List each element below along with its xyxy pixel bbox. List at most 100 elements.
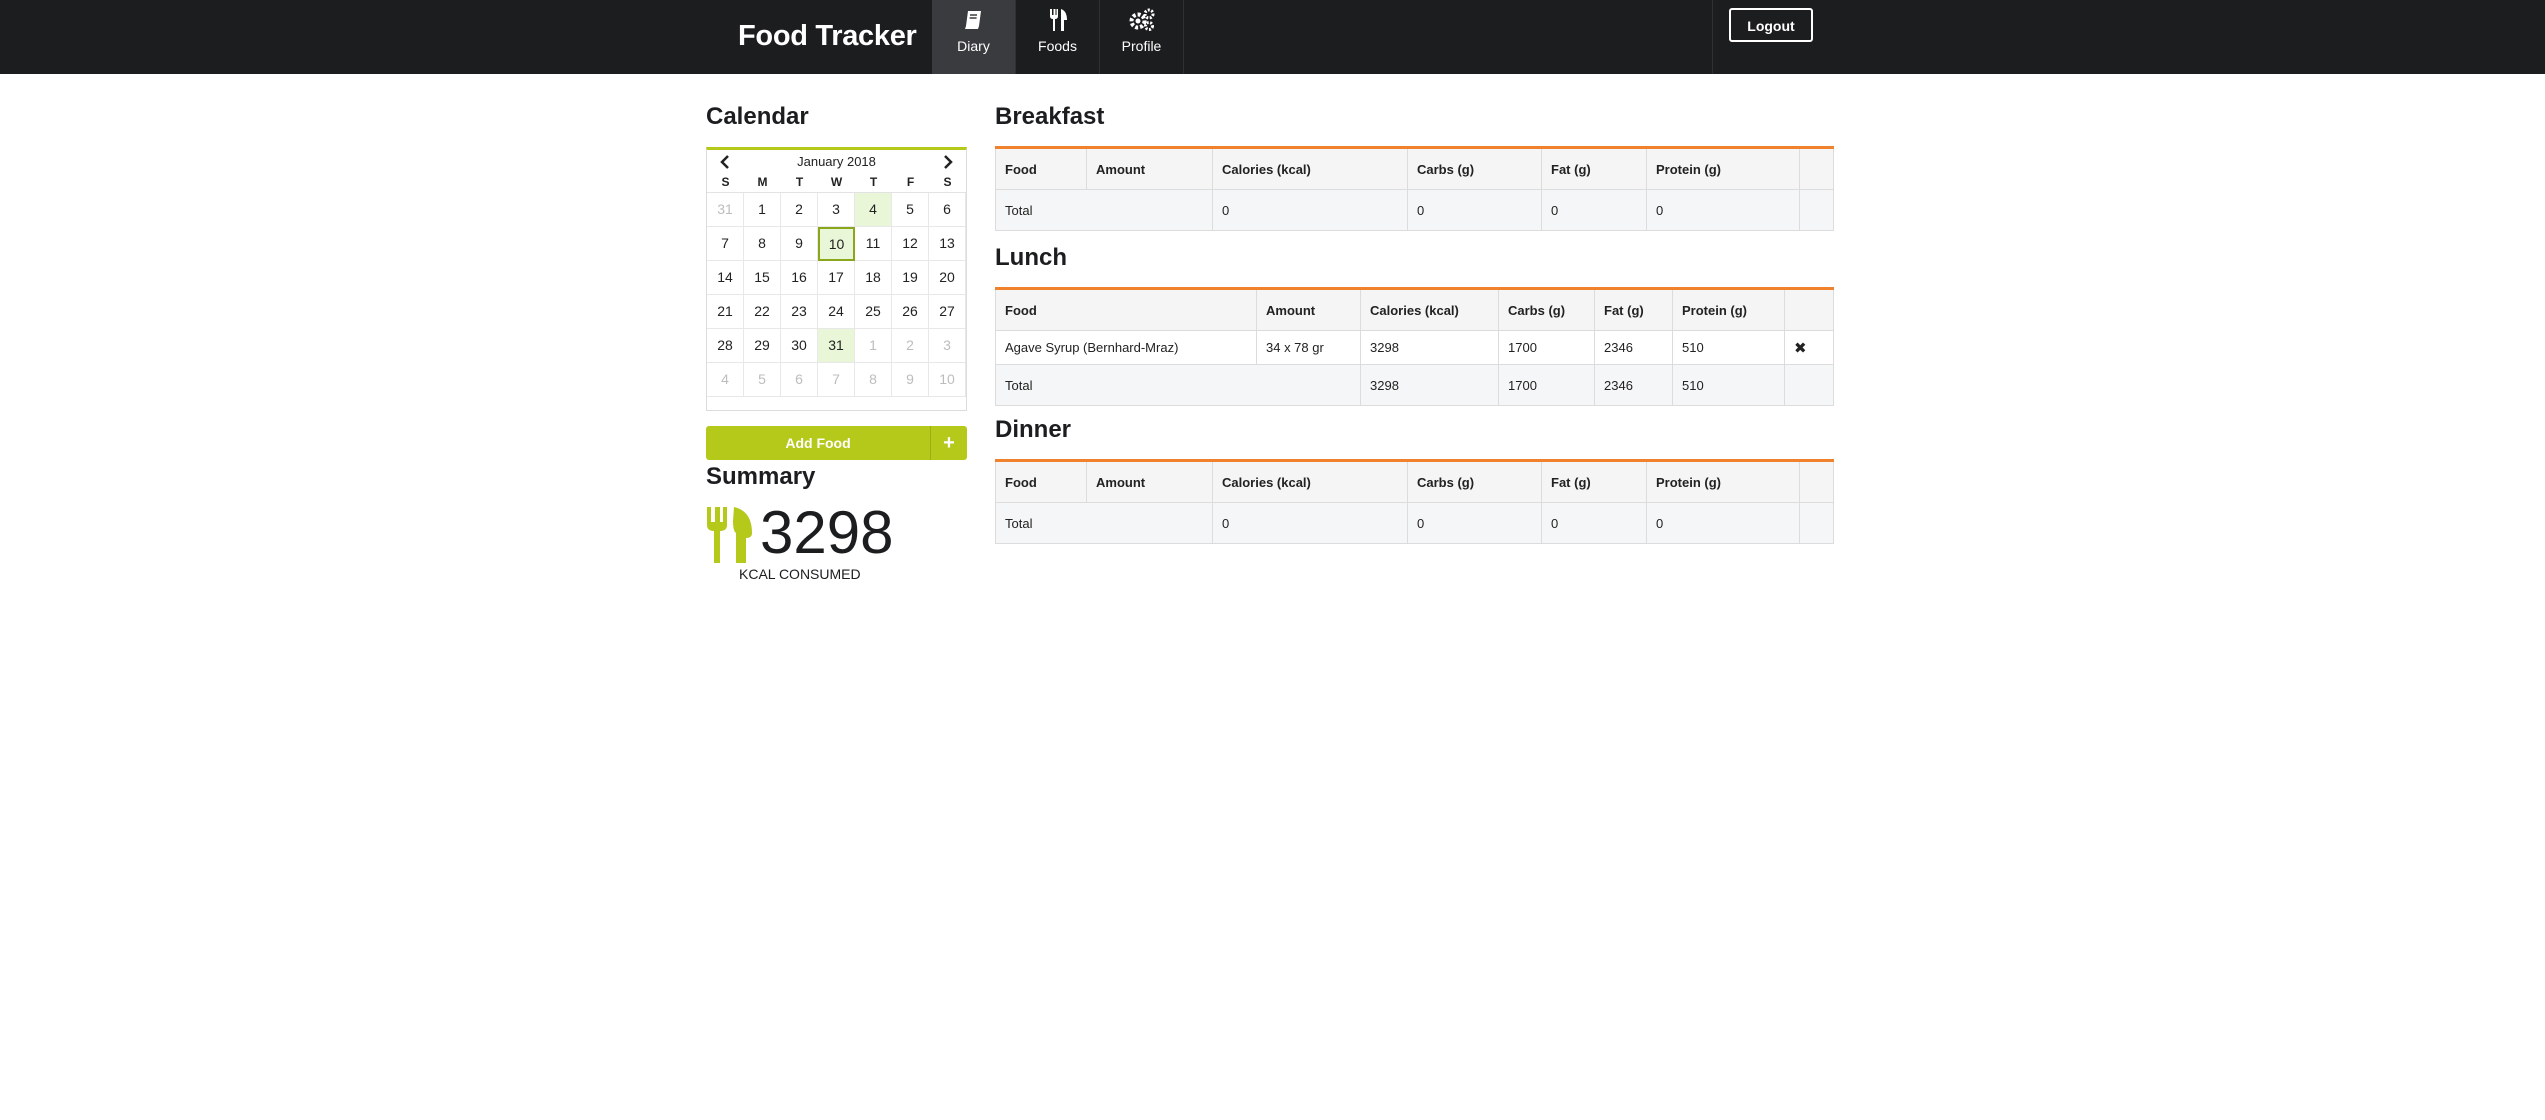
total-carbs: 0 (1407, 189, 1542, 231)
cutlery-icon (1016, 8, 1099, 32)
calendar-day[interactable]: 9 (892, 363, 929, 397)
calendar-day[interactable]: 7 (707, 227, 744, 261)
calendar-day[interactable]: 2 (781, 193, 818, 227)
calendar-day[interactable]: 4 (855, 193, 892, 227)
navbar-divider (1712, 0, 1713, 74)
total-calories: 0 (1212, 502, 1408, 544)
calendar-day[interactable]: 6 (929, 193, 966, 227)
dinner-table: Food Amount Calories (kcal) Carbs (g) Fa… (995, 459, 1834, 544)
summary-heading: Summary (706, 463, 816, 490)
calendar-day[interactable]: 8 (744, 227, 781, 261)
breakfast-table: Food Amount Calories (kcal) Carbs (g) Fa… (995, 146, 1834, 231)
column-header: Carbs (g) (1407, 460, 1542, 503)
calendar-weekday: M (757, 175, 768, 189)
column-header: Calories (kcal) (1212, 460, 1408, 503)
app-title[interactable]: Food Tracker (738, 0, 917, 74)
calendar-day[interactable]: 12 (892, 227, 929, 261)
calendar-day[interactable]: 20 (929, 261, 966, 295)
food-carbs: 1700 (1498, 330, 1595, 365)
calendar-day[interactable]: 23 (781, 295, 818, 329)
column-header: Amount (1256, 288, 1361, 331)
calendar-weekdays: SMTWTFS (707, 172, 966, 192)
calendar-day[interactable]: 30 (781, 329, 818, 363)
calendar-day[interactable]: 9 (781, 227, 818, 261)
nav-item-diary[interactable]: Diary (932, 0, 1016, 74)
column-header: Food (995, 460, 1087, 503)
total-protein: 510 (1672, 364, 1785, 406)
calendar-day[interactable]: 7 (818, 363, 855, 397)
food-name: Agave Syrup (Bernhard-Mraz) (995, 330, 1257, 365)
column-header: Calories (kcal) (1212, 147, 1408, 190)
calendar-day[interactable]: 26 (892, 295, 929, 329)
total-calories: 3298 (1360, 364, 1499, 406)
calendar-day[interactable]: 1 (855, 329, 892, 363)
calendar-weekday: T (795, 175, 804, 189)
plus-icon[interactable]: + (930, 426, 967, 460)
total-protein: 0 (1646, 502, 1800, 544)
column-header: Protein (g) (1646, 460, 1800, 503)
food-fat: 2346 (1594, 330, 1673, 365)
lunch-heading: Lunch (995, 244, 1067, 271)
column-header (1799, 460, 1834, 503)
calendar-day[interactable]: 31 (707, 193, 744, 227)
food-protein: 510 (1672, 330, 1785, 365)
calendar-weekday: T (869, 175, 878, 189)
calendar-day[interactable]: 3 (929, 329, 966, 363)
calendar-day[interactable]: 6 (781, 363, 818, 397)
calendar-day[interactable]: 19 (892, 261, 929, 295)
calendar-day[interactable]: 29 (744, 329, 781, 363)
column-header (1799, 147, 1834, 190)
column-header: Food (995, 147, 1087, 190)
calendar-day[interactable]: 16 (781, 261, 818, 295)
calendar-day[interactable]: 3 (818, 193, 855, 227)
calendar-day[interactable]: 13 (929, 227, 966, 261)
calendar-day[interactable]: 18 (855, 261, 892, 295)
calendar-day[interactable]: 14 (707, 261, 744, 295)
total-row: Total 0 0 0 0 (995, 502, 1834, 544)
empty-cell (1799, 189, 1834, 231)
calendar-day[interactable]: 17 (818, 261, 855, 295)
summary-kcal-label: KCAL CONSUMED (739, 566, 861, 582)
chevron-right-icon[interactable] (936, 153, 958, 171)
calendar-day[interactable]: 10 (929, 363, 966, 397)
table-row[interactable]: Agave Syrup (Bernhard-Mraz) 34 x 78 gr 3… (995, 330, 1834, 365)
total-calories: 0 (1212, 189, 1408, 231)
nav-item-label: Foods (1038, 38, 1077, 54)
total-label: Total (995, 364, 1361, 406)
delete-icon[interactable]: ✖ (1784, 330, 1834, 365)
logout-button[interactable]: Logout (1729, 8, 1813, 42)
dinner-section: Food Amount Calories (kcal) Carbs (g) Fa… (995, 459, 1834, 544)
calendar-day[interactable]: 28 (707, 329, 744, 363)
dinner-heading: Dinner (995, 416, 1072, 443)
calendar-day[interactable]: 25 (855, 295, 892, 329)
calendar-days-grid: 31 1 2 3 4 5 6 7 8 9 10 11 12 13 14 15 16 17 18 19 20 21 22 23 2… (707, 192, 966, 397)
calendar-day[interactable]: 1 (744, 193, 781, 227)
nav-item-profile[interactable]: Profile (1100, 0, 1184, 74)
calendar-day[interactable]: 24 (818, 295, 855, 329)
column-header: Protein (g) (1646, 147, 1800, 190)
calendar-day[interactable]: 5 (744, 363, 781, 397)
calendar-day-selected[interactable]: 10 (818, 227, 855, 261)
calendar-day[interactable]: 21 (707, 295, 744, 329)
nav-item-label: Diary (957, 38, 990, 54)
column-header (1784, 288, 1834, 331)
calendar-day[interactable]: 22 (744, 295, 781, 329)
calendar-day[interactable]: 11 (855, 227, 892, 261)
breakfast-heading: Breakfast (995, 103, 1105, 130)
nav-item-label: Profile (1121, 38, 1162, 54)
calendar-day[interactable]: 8 (855, 363, 892, 397)
gears-icon (1100, 8, 1183, 32)
summary-kcal-value: 3298 (760, 499, 894, 566)
calendar-day[interactable]: 15 (744, 261, 781, 295)
breakfast-section: Food Amount Calories (kcal) Carbs (g) Fa… (995, 146, 1834, 231)
calendar-day[interactable]: 27 (929, 295, 966, 329)
nav-item-foods[interactable]: Foods (1016, 0, 1100, 74)
column-header: Protein (g) (1672, 288, 1785, 331)
calendar-day[interactable]: 4 (707, 363, 744, 397)
food-calories: 3298 (1360, 330, 1499, 365)
add-food-button[interactable]: Add Food + (706, 426, 967, 460)
calendar-day[interactable]: 2 (892, 329, 929, 363)
calendar-day[interactable]: 5 (892, 193, 929, 227)
total-label: Total (995, 189, 1213, 231)
calendar-day[interactable]: 31 (818, 329, 855, 363)
